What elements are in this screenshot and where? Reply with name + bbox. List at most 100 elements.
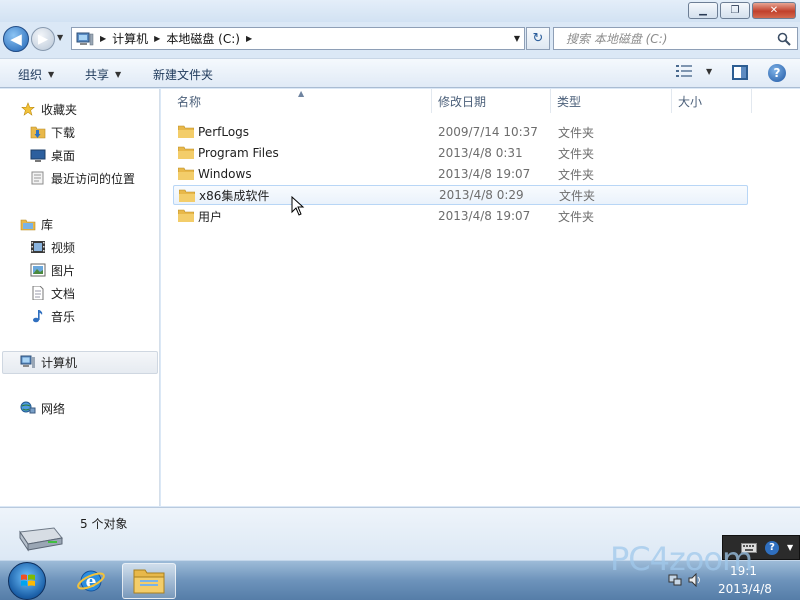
search-box[interactable] (553, 27, 798, 50)
close-button[interactable]: ✕ (752, 2, 796, 19)
file-type: 文件夹 (558, 209, 595, 224)
help-button[interactable]: ? (768, 64, 786, 82)
sidebar-item-music[interactable]: 音乐 (0, 306, 158, 326)
mouse-cursor-icon (291, 196, 305, 216)
sidebar-item-label: 视频 (51, 240, 76, 255)
breadcrumb-separator[interactable]: ▶ (154, 34, 160, 43)
sidebar-item-label: 网络 (41, 401, 66, 416)
recent-pages-dropdown[interactable]: ▼ (57, 33, 63, 42)
folder-icon (179, 189, 195, 202)
computer-icon (20, 355, 35, 368)
minimize-button[interactable]: ▁ (688, 2, 718, 19)
column-header-name[interactable]: 名称 (177, 89, 201, 113)
table-row[interactable]: x86集成软件 2013/4/8 0:29 文件夹 (173, 185, 748, 205)
file-date: 2013/4/8 0:29 (439, 188, 524, 202)
maximize-button[interactable]: ❐ (720, 2, 750, 19)
sidebar-item-label: 图片 (51, 263, 76, 278)
sidebar-item-favorites[interactable]: 收藏夹 (0, 99, 158, 119)
file-name: x86集成软件 (199, 188, 270, 203)
column-divider[interactable] (431, 89, 432, 113)
breadcrumb-separator[interactable]: ▶ (100, 34, 106, 43)
details-view-icon (676, 65, 692, 77)
folder-icon (178, 146, 194, 159)
clock-date[interactable]: 2013/4/8 (718, 582, 772, 596)
sidebar-item-computer[interactable]: 计算机 (2, 351, 158, 374)
libraries-icon (20, 219, 36, 231)
table-row[interactable]: Windows 2013/4/8 19:07 文件夹 (173, 164, 748, 184)
search-icon[interactable] (777, 32, 791, 46)
file-date: 2013/4/8 0:31 (438, 146, 523, 160)
table-row[interactable]: Program Files 2013/4/8 0:31 文件夹 (173, 143, 748, 163)
hard-drive-icon (19, 527, 63, 552)
new-folder-button[interactable]: 新建文件夹 (153, 66, 213, 83)
language-help-button[interactable]: ? (765, 540, 779, 555)
address-dropdown-button[interactable]: ▼ (514, 34, 520, 43)
taskbar-internet-explorer[interactable]: e (64, 563, 118, 599)
sidebar-item-label: 最近访问的位置 (51, 171, 136, 186)
share-button[interactable]: 共享 ▼ (85, 66, 121, 83)
search-input[interactable] (566, 28, 776, 49)
pictures-icon (30, 263, 46, 277)
sidebar-item-label: 文档 (51, 286, 76, 301)
sidebar-item-videos[interactable]: 视频 (0, 237, 158, 257)
music-note-icon (33, 310, 43, 323)
sidebar-item-desktop[interactable]: 桌面 (0, 145, 158, 165)
column-divider[interactable] (751, 89, 752, 113)
file-date: 2013/4/8 19:07 (438, 209, 531, 223)
recent-places-icon (31, 171, 44, 185)
file-name: Program Files (198, 146, 279, 160)
organize-label: 组织 (18, 68, 43, 82)
file-type: 文件夹 (558, 167, 595, 182)
column-header-type[interactable]: 类型 (557, 89, 581, 113)
refresh-button[interactable]: ↻ (526, 27, 550, 50)
breadcrumb-separator[interactable]: ▶ (246, 34, 252, 43)
column-header-size[interactable]: 大小 (678, 89, 702, 113)
folder-icon (178, 125, 194, 138)
video-icon (31, 241, 45, 253)
file-name: Windows (198, 167, 252, 181)
column-divider[interactable] (550, 89, 551, 113)
sidebar-item-pictures[interactable]: 图片 (0, 260, 158, 280)
windows-logo-icon (21, 574, 35, 586)
internet-explorer-icon: e (77, 570, 105, 592)
watermark-logo: PC4zoom (610, 540, 753, 578)
sidebar-item-network[interactable]: 网络 (0, 398, 158, 418)
column-header-date[interactable]: 修改日期 (438, 89, 486, 113)
column-divider[interactable] (671, 89, 672, 113)
explorer-window: ▁ ❐ ✕ ◀ ▶ ▼ ▶ 计算机 ▶ 本地磁盘 (C:) ▶ ▼ ↻ 搜索 本… (0, 0, 800, 560)
folder-icon (178, 209, 194, 222)
sidebar-item-label: 库 (41, 217, 54, 232)
forward-button[interactable]: ▶ (31, 27, 55, 51)
taskbar-windows-explorer[interactable] (122, 563, 176, 599)
chevron-down-icon: ▼ (706, 66, 713, 76)
title-bar[interactable]: ▁ ❐ ✕ (0, 0, 800, 22)
start-button[interactable] (8, 562, 46, 600)
table-row[interactable]: PerfLogs 2009/7/14 10:37 文件夹 (173, 122, 748, 142)
share-label: 共享 (85, 68, 110, 82)
breadcrumb-computer[interactable]: 计算机 (112, 30, 148, 47)
sidebar-item-documents[interactable]: 文档 (0, 283, 158, 303)
breadcrumb-local-disk[interactable]: 本地磁盘 (C:) (166, 30, 240, 47)
sidebar-item-libraries[interactable]: 库 (0, 214, 158, 234)
sidebar-item-label: 音乐 (51, 309, 76, 324)
table-row[interactable]: 用户 2013/4/8 19:07 文件夹 (173, 206, 748, 226)
organize-button[interactable]: 组织 ▼ (18, 66, 54, 83)
sidebar-item-downloads[interactable]: 下载 (0, 122, 158, 142)
chevron-down-icon: ▼ (48, 70, 55, 79)
sidebar-item-label: 桌面 (51, 148, 76, 163)
star-icon (21, 102, 35, 116)
address-bar[interactable]: ▶ 计算机 ▶ 本地磁盘 (C:) ▶ ▼ (71, 27, 525, 50)
network-icon (20, 401, 36, 414)
back-button[interactable]: ◀ (3, 26, 29, 52)
documents-icon (32, 286, 44, 300)
file-type: 文件夹 (559, 188, 596, 203)
change-view-button[interactable]: ▼ (676, 65, 712, 77)
file-list: ▲ 名称 修改日期 类型 大小 PerfLogs 2009/7/14 10:37… (161, 89, 800, 506)
file-name: PerfLogs (198, 125, 250, 139)
preview-pane-button[interactable] (732, 65, 748, 80)
navigation-pane: 收藏夹 下载 桌面 最近访问的位置 库 视频 图片 文档 音乐 计算机 网络 (0, 89, 160, 506)
sidebar-item-recent-places[interactable]: 最近访问的位置 (0, 168, 158, 188)
item-count: 5 个对象 (80, 517, 128, 531)
desktop-icon (30, 149, 46, 162)
expand-tray-button[interactable]: ▼ (787, 543, 793, 552)
